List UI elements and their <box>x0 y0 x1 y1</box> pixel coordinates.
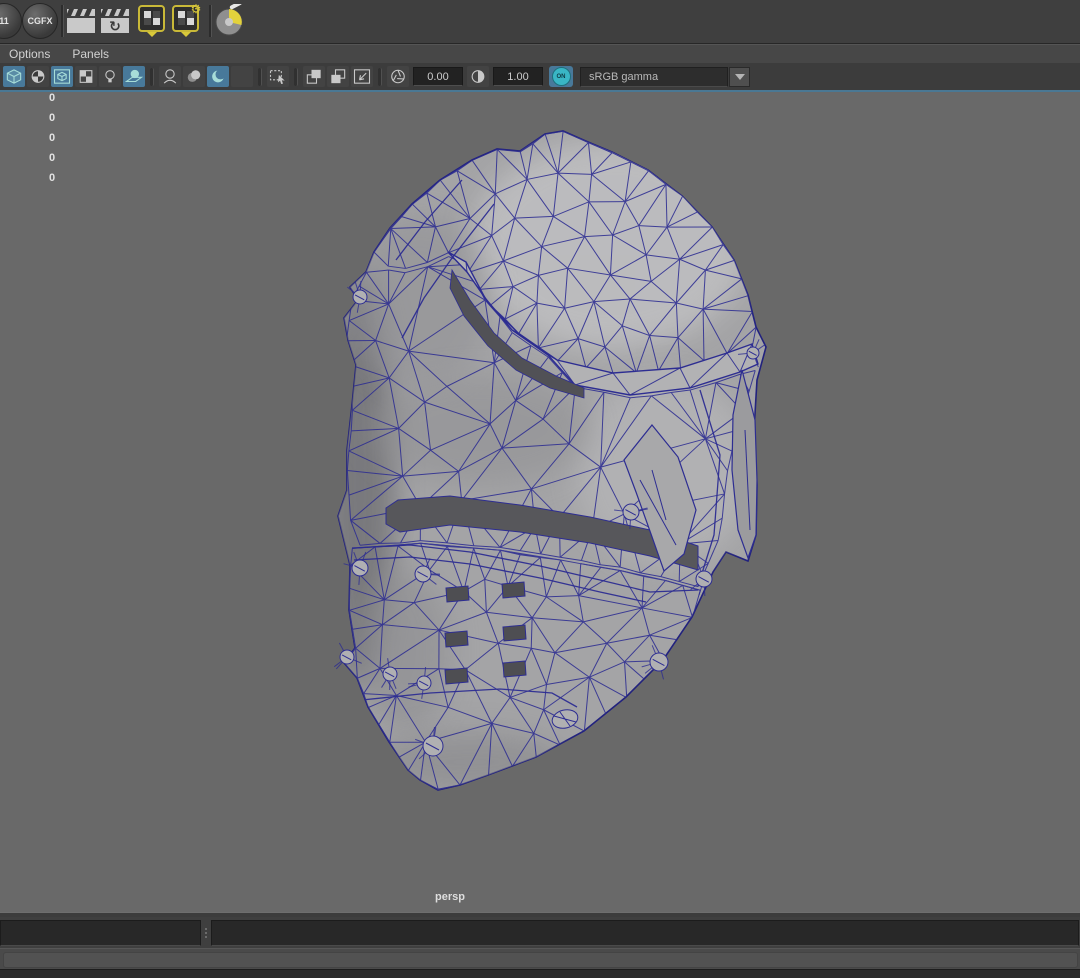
shelf-item-11[interactable]: 11 <box>0 3 22 39</box>
exposure-icon[interactable] <box>387 66 409 87</box>
hud-count: 0 <box>49 132 56 144</box>
playback-range-track[interactable] <box>211 919 1079 946</box>
menu-panels[interactable]: Panels <box>72 47 109 61</box>
textured-display-icon[interactable] <box>51 66 73 87</box>
shelf-item-cgfx[interactable]: CGFX <box>22 3 58 39</box>
chevron-down-icon <box>734 73 745 80</box>
playblast-refresh-icon[interactable]: ↻ <box>99 4 131 38</box>
viewport-panel[interactable]: 0 0 0 0 0 persp <box>0 90 1080 912</box>
helmet-wireframe-model[interactable] <box>0 92 1080 912</box>
time-slider-track[interactable] <box>0 919 201 946</box>
shaded-display-icon[interactable] <box>3 66 25 87</box>
ambient-occlusion-icon[interactable] <box>207 66 229 87</box>
colorspace-dropdown-arrow[interactable] <box>729 66 750 87</box>
hud-count: 0 <box>49 112 56 124</box>
render-checker-icon[interactable] <box>136 4 168 38</box>
shelf-separator <box>61 5 64 37</box>
pan-zoom-icon[interactable] <box>351 66 373 87</box>
separator <box>258 67 262 86</box>
panel-menubar: Options Panels <box>0 44 1080 63</box>
time-slider[interactable] <box>0 917 1080 948</box>
gamma-icon[interactable] <box>467 66 489 87</box>
playblast-icon[interactable] <box>65 4 97 38</box>
motion-blur-icon[interactable] <box>231 66 253 87</box>
poly-count-hud: 0 0 0 0 0 <box>49 92 56 188</box>
menu-options[interactable]: Options <box>9 47 50 61</box>
hud-count: 0 <box>49 172 56 184</box>
exposure-field[interactable] <box>413 67 463 86</box>
on-badge: ON <box>551 67 571 86</box>
maya-window: 11 CGFX ↻ ⚙ Options Panels ON sRGB gamma… <box>0 0 1080 978</box>
default-material-icon[interactable] <box>27 66 49 87</box>
range-slider-bar[interactable] <box>3 952 1078 968</box>
hud-count: 0 <box>49 92 56 104</box>
paste-layer-icon[interactable] <box>327 66 349 87</box>
svg-text:↻: ↻ <box>109 19 121 35</box>
use-default-material-icon[interactable] <box>75 66 97 87</box>
range-slider[interactable] <box>0 948 1080 969</box>
separator <box>150 67 154 86</box>
shadows-icon[interactable] <box>123 66 145 87</box>
color-management-toggle[interactable]: ON <box>549 66 573 87</box>
isolate-select-icon[interactable] <box>267 66 289 87</box>
smooth-shade-icon[interactable] <box>183 66 205 87</box>
separator <box>378 67 382 86</box>
copy-layer-icon[interactable] <box>303 66 325 87</box>
render-settings-icon[interactable]: ⚙ <box>170 4 202 38</box>
time-slider-grip[interactable] <box>201 920 211 946</box>
colorspace-dropdown[interactable]: sRGB gamma <box>580 66 728 87</box>
svg-text:⚙: ⚙ <box>191 4 202 16</box>
separator <box>294 67 298 86</box>
paint-effects-icon[interactable] <box>214 4 246 38</box>
lighting-icon[interactable] <box>99 66 121 87</box>
hud-count: 0 <box>49 152 56 164</box>
shelf-bar: 11 CGFX ↻ ⚙ <box>0 0 1080 44</box>
panel-toolbar: ON sRGB gamma <box>0 63 1080 90</box>
camera-label: persp <box>435 891 465 903</box>
image-plane-icon[interactable] <box>159 66 181 87</box>
shelf-separator <box>209 5 212 37</box>
gamma-field[interactable] <box>493 67 543 86</box>
bottom-bar <box>0 969 1080 978</box>
